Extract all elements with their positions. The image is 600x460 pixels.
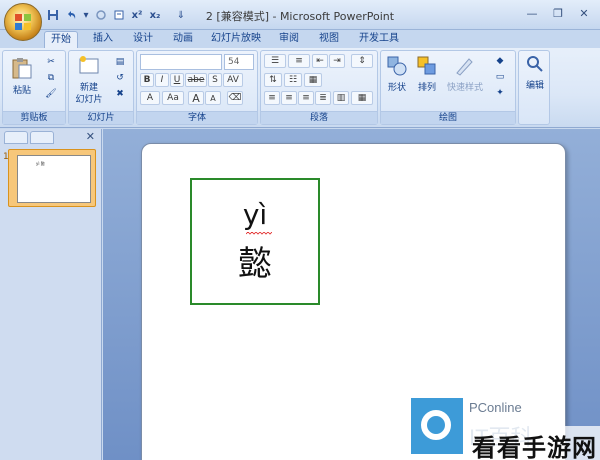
arrange-icon[interactable]	[415, 54, 439, 78]
pconline-text: PConline	[469, 400, 522, 415]
underline-button[interactable]: U	[170, 73, 184, 87]
paragraph-group-label: 段落	[261, 111, 377, 124]
editing-group: 编辑	[518, 50, 550, 125]
clear-format-icon[interactable]: ⌫	[227, 91, 243, 105]
site-watermark-text: 看看手游网	[472, 434, 597, 460]
increase-indent-icon[interactable]: ⇥	[329, 54, 345, 68]
paste-icon[interactable]	[9, 55, 35, 81]
shape-effects-icon[interactable]: ✦	[491, 86, 509, 100]
reset-icon[interactable]: ↺	[111, 71, 129, 85]
panel-close-icon[interactable]: ✕	[86, 130, 95, 143]
align-left-icon[interactable]: ≡	[264, 91, 280, 105]
tab-developer[interactable]: 开发工具	[354, 31, 404, 48]
tab-slideshow[interactable]: 幻灯片放映	[208, 31, 264, 48]
text-direction-icon[interactable]: ⇅	[264, 73, 282, 87]
arrange-label[interactable]: 排列	[413, 80, 441, 93]
numbering-icon[interactable]: ≡	[288, 54, 310, 68]
shape-outline-icon[interactable]: ▭	[491, 70, 509, 84]
find-icon[interactable]	[523, 54, 547, 74]
font-name-field[interactable]	[140, 54, 222, 70]
window-title: 2 [兼容模式] - Microsoft PowerPoint	[205, 10, 395, 23]
tab-animation[interactable]: 动画	[168, 31, 198, 48]
change-case-button[interactable]: Aa	[162, 91, 184, 105]
slide-number: 1	[3, 152, 9, 162]
pconline-logo	[411, 398, 463, 454]
outline-tab[interactable]	[30, 131, 54, 144]
slides-group-label: 幻灯片	[69, 111, 133, 124]
shapes-label[interactable]: 形状	[383, 80, 411, 93]
close-icon[interactable]: ✕	[572, 4, 596, 22]
window-controls: — ❐ ✕	[520, 4, 596, 22]
paragraph-group: ☰ ≡ ⇤ ⇥ ⇕ ⇅ ☷ ▦ ≡ ≡ ≡ ≣ ▥ ▦ 段落	[260, 50, 378, 125]
align-right-icon[interactable]: ≡	[298, 91, 314, 105]
office-button[interactable]	[4, 3, 42, 41]
ribbon-tabs: 开始 插入 设计 动画 幻灯片放映 审阅 视图 开发工具	[0, 30, 600, 48]
font-group: 54 B I U abe S AV A Aa A A ⌫ 字体	[136, 50, 258, 125]
font-group-label: 字体	[137, 111, 257, 124]
shapes-icon[interactable]	[385, 54, 409, 78]
align-center-icon[interactable]: ≡	[281, 91, 297, 105]
quick-styles-icon[interactable]	[451, 54, 477, 78]
tab-review[interactable]: 审阅	[274, 31, 304, 48]
drawing-group: 形状 排列 快速样式 ◆ ▭ ✦ 绘图	[380, 50, 516, 125]
justify-icon[interactable]: ≣	[315, 91, 331, 105]
new-slide-icon[interactable]	[77, 54, 101, 76]
shadow-button[interactable]: S	[208, 73, 222, 87]
new-slide-label[interactable]: 新建	[71, 80, 107, 93]
slides-panel: ✕ 1 yì 懿	[0, 129, 102, 460]
layout-icon[interactable]: ▤	[111, 55, 129, 69]
line-spacing-icon[interactable]: ⇕	[351, 54, 373, 68]
paste-button-label[interactable]: 粘贴	[7, 83, 37, 96]
quick-styles-label[interactable]: 快速样式	[443, 80, 487, 93]
font-color-button[interactable]: A	[140, 91, 160, 105]
panel-tabs	[4, 131, 98, 145]
char-spacing-button[interactable]: AV	[223, 73, 243, 87]
slide-thumbnail[interactable]: 1 yì 懿	[3, 149, 96, 207]
minimize-icon[interactable]: —	[520, 4, 544, 22]
spellcheck-underline	[246, 232, 272, 235]
tab-insert[interactable]: 插入	[88, 31, 118, 48]
site-watermark: 看看手游网	[470, 426, 600, 460]
slides-group: 新建 幻灯片 ▤ ↺ ✖ 幻灯片	[68, 50, 134, 125]
grow-font-button[interactable]: A	[188, 91, 204, 105]
clipboard-group-label: 剪贴板	[3, 111, 65, 124]
title-bar: ▾ x² x₂ ⇓ 2 [兼容模式] - Microsoft PowerPoin…	[0, 0, 600, 41]
copy-icon[interactable]: ⧉	[43, 71, 59, 85]
smartart-icon[interactable]: ▦	[304, 73, 322, 87]
drawing-group-label: 绘图	[381, 111, 515, 124]
align-text-icon[interactable]: ☷	[284, 73, 302, 87]
strikethrough-button[interactable]: abe	[185, 73, 207, 87]
thumbnail-text: yì 懿	[36, 161, 45, 166]
maximize-icon[interactable]: ❐	[546, 4, 570, 22]
ribbon: 粘贴 ✂ ⧉ 🖌 剪贴板 新建 幻灯片 ▤ ↺ ✖ 幻灯片 54 B I U a…	[0, 48, 600, 128]
hanzi-text: 懿	[238, 244, 272, 284]
shape-fill-icon[interactable]: ◆	[491, 54, 509, 68]
columns-icon[interactable]: ▥	[333, 91, 349, 105]
tab-home[interactable]: 开始	[44, 31, 78, 48]
bullets-icon[interactable]: ☰	[264, 54, 286, 68]
tab-view[interactable]: 视图	[314, 31, 344, 48]
clipboard-group: 粘贴 ✂ ⧉ 🖌 剪贴板	[2, 50, 66, 125]
new-slide-label-2[interactable]: 幻灯片	[69, 92, 109, 105]
italic-button[interactable]: I	[155, 73, 169, 87]
editing-label[interactable]: 编辑	[520, 78, 550, 91]
table-icon[interactable]: ▦	[351, 91, 373, 105]
cut-icon[interactable]: ✂	[43, 55, 59, 69]
thumbnail-preview: yì 懿	[17, 155, 91, 203]
delete-slide-icon[interactable]: ✖	[111, 87, 129, 101]
pinyin-text: yì	[242, 198, 268, 231]
office-logo-icon	[15, 14, 31, 30]
shrink-font-button[interactable]: A	[205, 91, 221, 105]
tab-design[interactable]: 设计	[128, 31, 158, 48]
format-painter-icon[interactable]: 🖌	[43, 87, 59, 101]
pinyin-text-box[interactable]: yì 懿	[190, 178, 320, 305]
font-size-field[interactable]: 54	[224, 54, 254, 70]
slides-tab[interactable]	[4, 131, 28, 144]
bold-button[interactable]: B	[140, 73, 154, 87]
decrease-indent-icon[interactable]: ⇤	[312, 54, 328, 68]
